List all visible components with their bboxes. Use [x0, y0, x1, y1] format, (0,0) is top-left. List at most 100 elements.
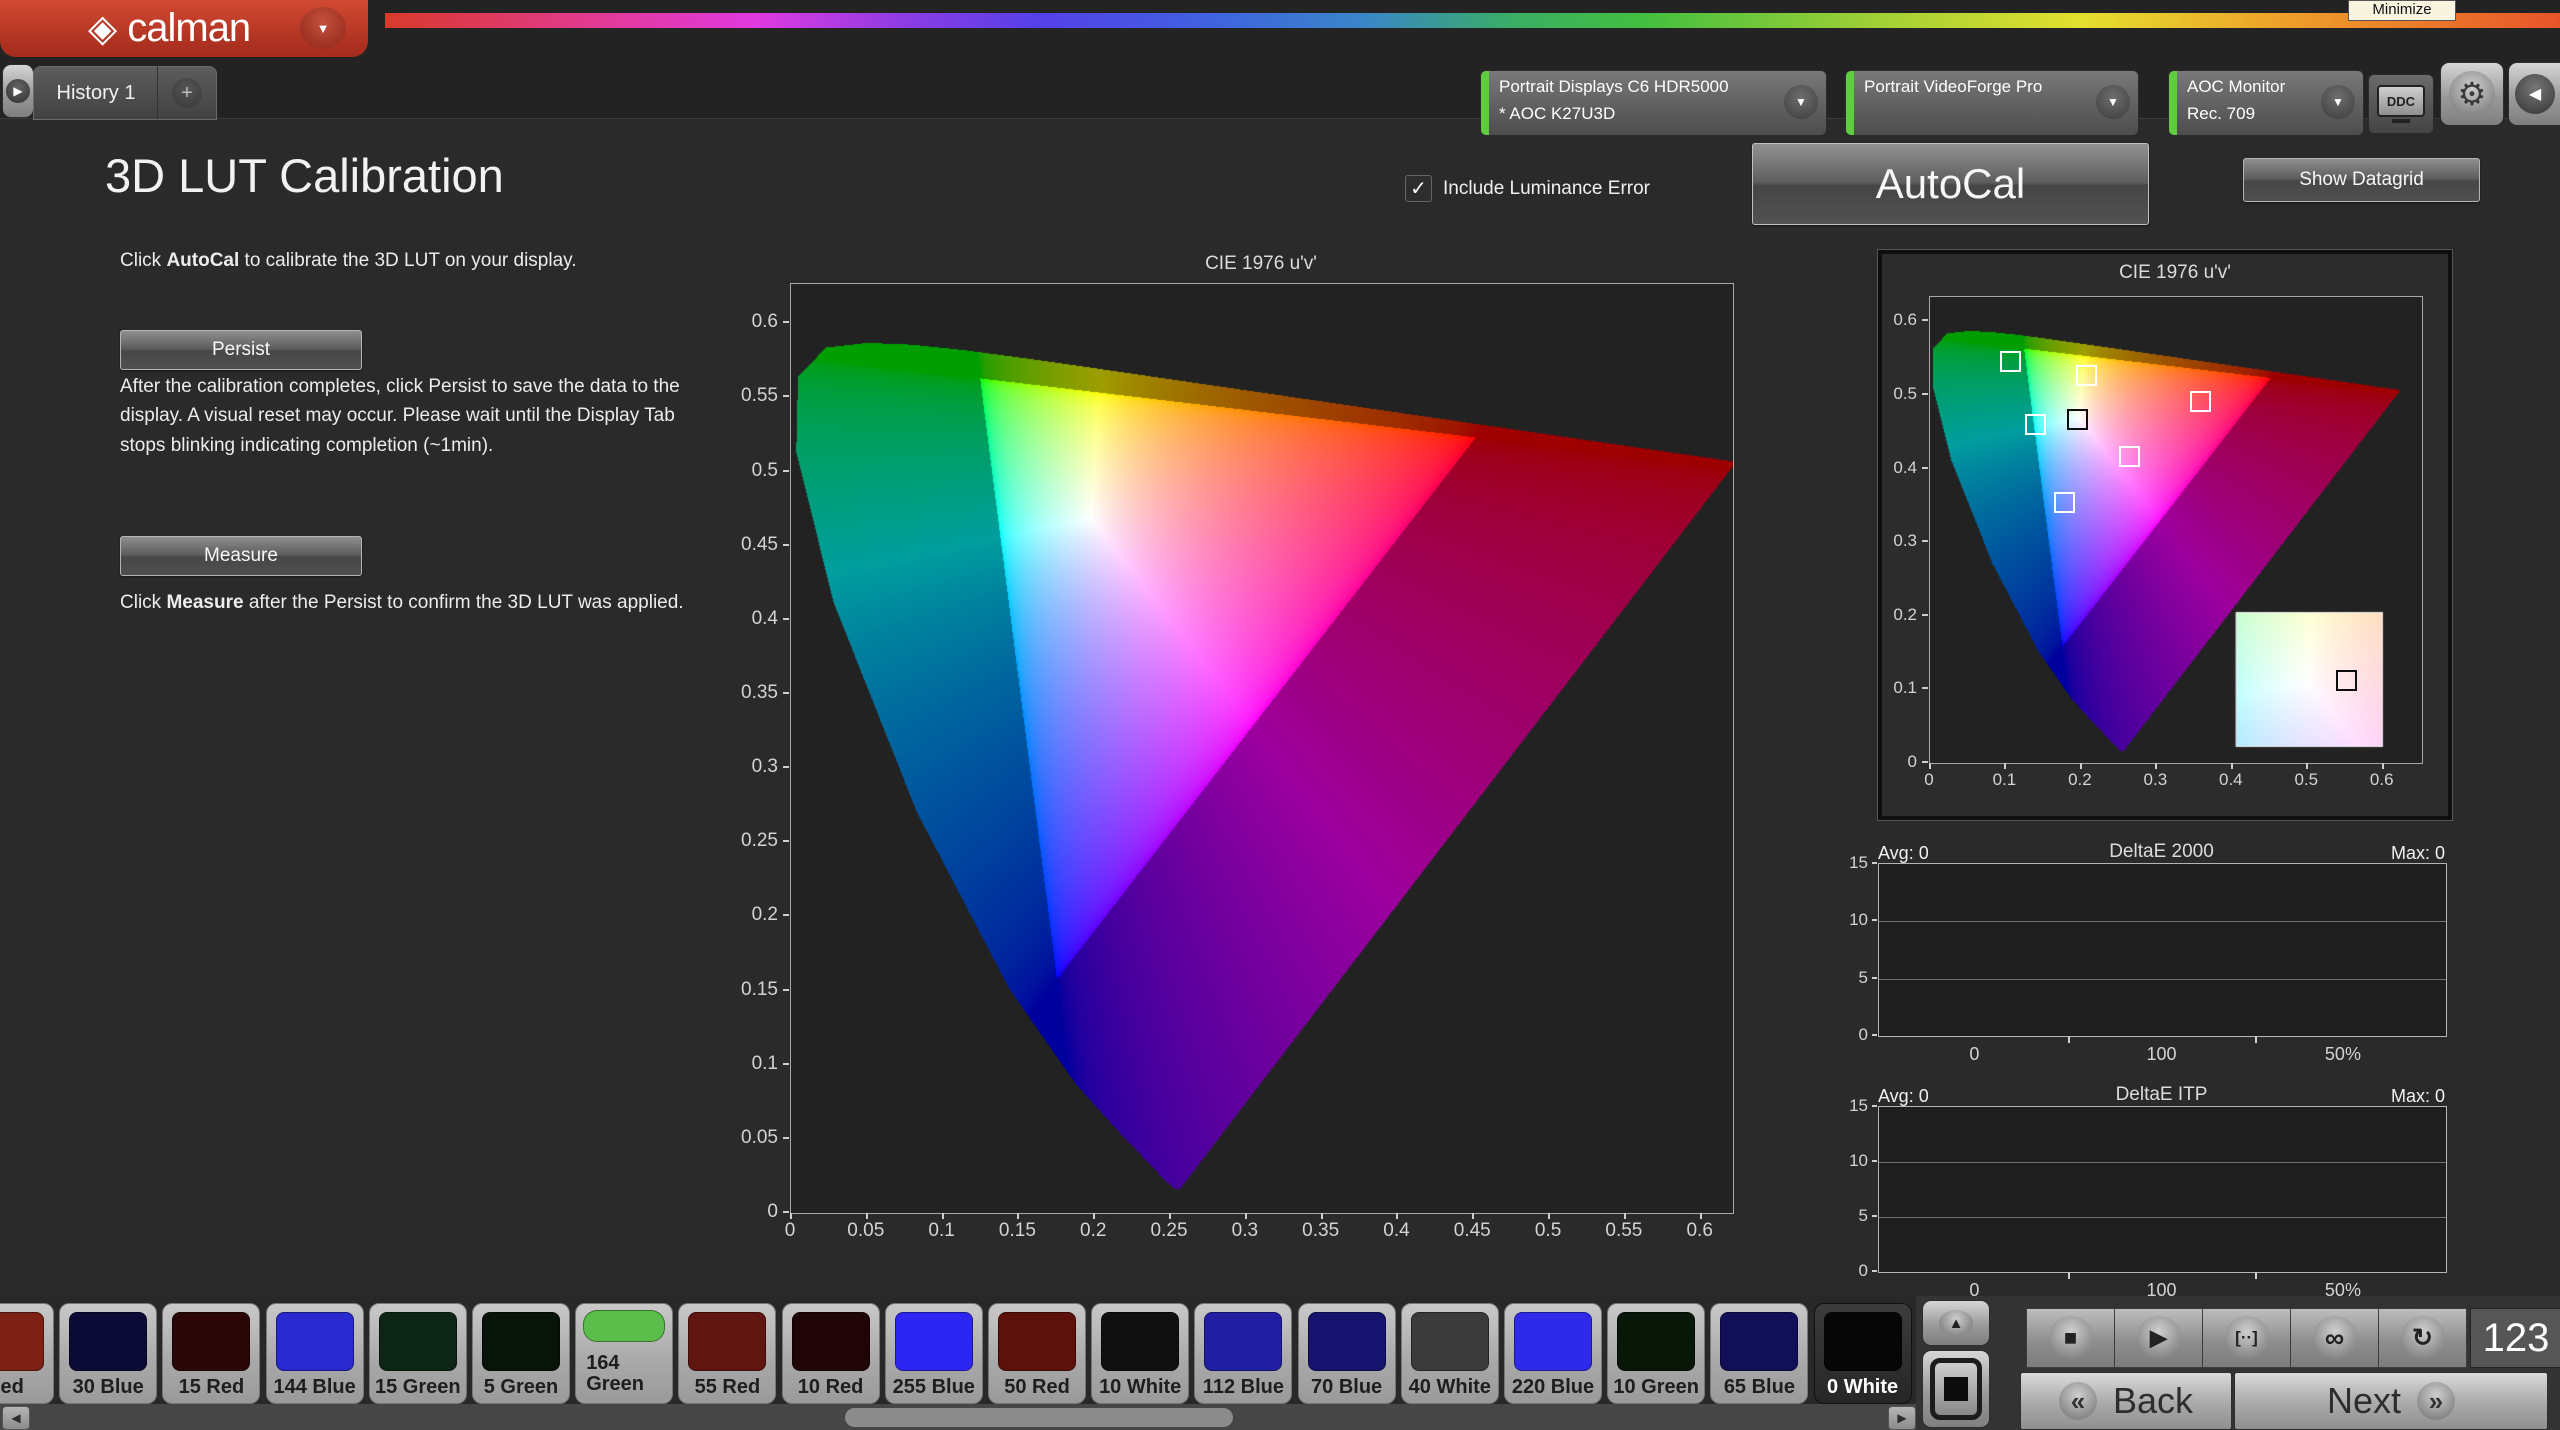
- measure-button[interactable]: Measure: [120, 536, 362, 576]
- patch-card-40-white[interactable]: 40 White: [1401, 1303, 1499, 1404]
- refresh-button[interactable]: ↻: [2378, 1308, 2467, 1368]
- patch-label: 144 Blue: [267, 1377, 363, 1398]
- plus-icon: +: [172, 78, 202, 108]
- patch-card-220-blue[interactable]: 220 Blue: [1504, 1303, 1602, 1404]
- y-axis-tick-label: 0.15: [741, 979, 778, 1001]
- x-axis-tick: [2306, 763, 2308, 769]
- device-bar-line2: * AOC K27U3D: [1499, 104, 1615, 124]
- patch-swatch: [1101, 1312, 1179, 1371]
- x-axis-tick: [1396, 1213, 1398, 1219]
- x-axis-tick: [1245, 1213, 1247, 1219]
- patch-swatch: [1411, 1312, 1489, 1371]
- collapse-right-panel-button[interactable]: ◀: [2508, 62, 2560, 126]
- next-button[interactable]: Next »: [2234, 1372, 2548, 1430]
- main-menu-dropdown-icon[interactable]: ▼: [300, 7, 346, 49]
- cie-1976-small-chart-panel: CIE 1976 u'v'000.10.10.20.20.30.30.40.40…: [1878, 250, 2452, 820]
- chart-title-cie_small: CIE 1976 u'v': [2119, 262, 2231, 284]
- y-axis-tick-label: 0.25: [741, 830, 778, 852]
- patch-card-70-blue[interactable]: 70 Blue: [1298, 1303, 1396, 1404]
- device-bar-2[interactable]: Portrait VideoForge Pro▼: [1845, 70, 2139, 136]
- persist-button[interactable]: Persist: [120, 330, 362, 370]
- patch-swatch: [1617, 1312, 1695, 1371]
- y-axis-tick-label: 0.3: [752, 756, 778, 778]
- x-axis-tick: [1169, 1213, 1171, 1219]
- patch-card-0-white[interactable]: 0 White: [1814, 1303, 1912, 1404]
- target-marker-5: [2067, 409, 2088, 430]
- y-axis-tick: [783, 989, 789, 991]
- y-axis-tick: [1872, 862, 1877, 864]
- patch-swatch: [379, 1312, 457, 1371]
- patch-card-10-green[interactable]: 10 Green: [1607, 1303, 1705, 1404]
- patch-card-5-green[interactable]: 5 Green: [472, 1303, 570, 1404]
- x-axis-tick-label: 0.15: [999, 1220, 1036, 1242]
- patch-label: 65 Blue: [1711, 1377, 1807, 1398]
- y-axis-tick: [783, 544, 789, 546]
- play-button[interactable]: ▶: [2114, 1308, 2203, 1368]
- patch-card-10-white[interactable]: 10 White: [1091, 1303, 1189, 1404]
- ddc-button[interactable]: DDC: [2368, 74, 2434, 134]
- chevron-down-icon[interactable]: ▼: [2096, 85, 2130, 119]
- patch-swatch: [583, 1310, 665, 1342]
- patch-card-164-green[interactable]: 164 Green: [575, 1303, 673, 1404]
- patch-card-15-green[interactable]: 15 Green: [369, 1303, 467, 1404]
- patch-scrollbar-thumb[interactable]: [845, 1408, 1233, 1427]
- whitepoint-inset-marker: [2336, 670, 2357, 691]
- cie-diagram-canvas-cie_main: [791, 284, 1733, 1213]
- show-datagrid-button[interactable]: Show Datagrid: [2243, 158, 2480, 202]
- y-axis-tick-label: 5: [1859, 1206, 1868, 1226]
- chevron-down-icon[interactable]: ▼: [1784, 85, 1818, 119]
- back-button[interactable]: « Back: [2020, 1372, 2232, 1430]
- y-axis-tick: [1922, 761, 1928, 763]
- include-luminance-error-checkbox[interactable]: ✓: [1405, 175, 1432, 202]
- patch-card-255-blue[interactable]: 255 Blue: [885, 1303, 983, 1404]
- patch-card-65-blue[interactable]: 65 Blue: [1710, 1303, 1808, 1404]
- autocal-button[interactable]: AutoCal: [1752, 143, 2149, 225]
- loop-continuous-button[interactable]: ∞: [2290, 1308, 2379, 1368]
- ddc-monitor-stand-icon: [2392, 119, 2410, 123]
- patch-card-55-red[interactable]: 55 Red: [678, 1303, 776, 1404]
- x-axis-tick: [1929, 763, 1931, 769]
- patch-card-50-red[interactable]: 50 Red: [988, 1303, 1086, 1404]
- patch-card-red[interactable]: Red: [0, 1303, 54, 1404]
- add-tab-button[interactable]: +: [157, 66, 217, 120]
- y-axis-tick: [1922, 540, 1928, 542]
- y-axis-tick-label: 0.05: [741, 1127, 778, 1149]
- measure-pre: Click: [120, 592, 166, 613]
- patch-scroll-left-button[interactable]: ◀: [2, 1406, 30, 1430]
- avg-value-de2000: Avg: 0: [1878, 843, 1929, 864]
- patch-card-112-blue[interactable]: 112 Blue: [1194, 1303, 1292, 1404]
- plot-area-cie_main: [790, 283, 1734, 1214]
- settings-button[interactable]: ⚙: [2440, 62, 2504, 126]
- x-axis-tick-label: 0: [785, 1220, 796, 1242]
- y-axis-tick: [783, 766, 789, 768]
- step-range-button[interactable]: [··]: [2202, 1308, 2291, 1368]
- pattern-window-button[interactable]: [1922, 1350, 1990, 1428]
- y-axis-tick: [1872, 1034, 1877, 1036]
- patch-scroll-right-button[interactable]: ▶: [1888, 1406, 1916, 1430]
- patch-list-up-button[interactable]: ▲: [1922, 1300, 1990, 1346]
- calman-menu-button[interactable]: ◈ calman ▼: [0, 0, 368, 57]
- device-bar-3[interactable]: AOC MonitorRec. 709▼: [2168, 70, 2364, 136]
- ddc-monitor-icon: DDC: [2377, 85, 2425, 117]
- x-axis-tick: [866, 1213, 868, 1219]
- chevron-down-icon[interactable]: ▼: [2321, 85, 2355, 119]
- max-value-de2000: Max: 0: [2391, 843, 2445, 864]
- y-axis-tick-label: 0.35: [741, 682, 778, 704]
- gridline: [1879, 1217, 2446, 1218]
- x-axis-tick: [2004, 763, 2006, 769]
- patch-card-144-blue[interactable]: 144 Blue: [266, 1303, 364, 1404]
- patch-card-30-blue[interactable]: 30 Blue: [59, 1303, 157, 1404]
- patch-swatch: [1308, 1312, 1386, 1371]
- device-bar-1[interactable]: Portrait Displays C6 HDR5000* AOC K27U3D…: [1480, 70, 1827, 136]
- patch-card-10-red[interactable]: 10 Red: [782, 1303, 880, 1404]
- y-axis-tick-label: 10: [1849, 1151, 1868, 1171]
- x-axis-tick-label: 0.25: [1151, 1220, 1188, 1242]
- patch-card-15-red[interactable]: 15 Red: [162, 1303, 260, 1404]
- next-label: Next: [2327, 1380, 2401, 1422]
- patch-label: 10 White: [1092, 1377, 1188, 1398]
- patch-label: 15 Red: [163, 1377, 259, 1398]
- tab-history-1[interactable]: History 1: [33, 66, 158, 120]
- session-panel-toggle-button[interactable]: ▶: [2, 64, 34, 118]
- patch-label: 220 Blue: [1505, 1377, 1601, 1398]
- stop-button[interactable]: ■: [2026, 1308, 2115, 1368]
